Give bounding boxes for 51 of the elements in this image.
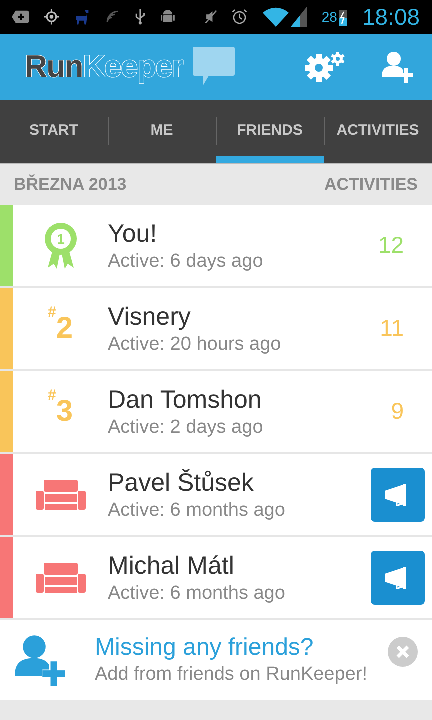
- activity-count: 12: [378, 231, 404, 260]
- usb-icon: [135, 7, 146, 27]
- last-active: Active: 20 hours ago: [108, 332, 282, 356]
- couch-icon: [36, 562, 86, 592]
- friend-name: You!: [108, 218, 158, 250]
- tab[interactable]: START: [0, 100, 108, 163]
- last-active: Active: 6 months ago: [108, 498, 286, 522]
- settings-icon: [304, 52, 346, 82]
- promo-title: Missing any friends?: [95, 633, 315, 663]
- friend-row[interactable]: Michal Mátl Active: 6 months ago: [0, 537, 432, 620]
- friend-name: Michal Mátl: [108, 550, 236, 582]
- column-heading: ACTIVITIES: [324, 174, 418, 196]
- friend-name: Pavel Štůsek: [108, 468, 255, 498]
- activity-count: 11: [380, 314, 404, 344]
- close-button[interactable]: [388, 637, 418, 667]
- last-active: Active: 2 days ago: [108, 416, 264, 440]
- logo: RunKeeper: [25, 48, 184, 86]
- friend-row[interactable]: 1 You! Active: 6 days ago 12: [0, 205, 432, 288]
- couch-icon: [36, 480, 86, 510]
- promo-banner[interactable]: Missing any friends? Add from friends on RunKeeper!: [0, 620, 432, 700]
- chat-bubble-icon: [193, 47, 236, 87]
- gps-icon: [44, 7, 60, 27]
- friend-name: Visnery: [108, 302, 192, 332]
- tab[interactable]: ME: [108, 100, 216, 163]
- tab[interactable]: FRIENDS: [216, 100, 324, 163]
- rank: $^{#}$2: [48, 306, 74, 347]
- last-active: Active: 6 months ago: [108, 582, 286, 606]
- nudge-button[interactable]: [371, 468, 425, 522]
- friend-row[interactable]: $^{#}$3 Dan Tomshon Active: 2 days ago 9: [0, 371, 432, 454]
- close-icon: [396, 645, 410, 659]
- rank: $^{#}$3: [48, 389, 74, 430]
- battery-level: 28: [322, 8, 338, 26]
- friend-name: Dan Tomshon: [108, 384, 263, 416]
- last-active: Active: 6 days ago: [108, 250, 264, 274]
- clock: 18:08: [362, 2, 420, 32]
- add-friend-icon: [15, 634, 67, 686]
- settings-button[interactable]: [304, 52, 346, 82]
- muted-icon: [205, 8, 218, 26]
- notification-icon: [12, 9, 29, 25]
- alarm-icon: [232, 7, 248, 27]
- activity-count: 9: [391, 397, 404, 426]
- promo-text: Add from friends on RunKeeper!: [95, 663, 368, 687]
- tab[interactable]: ACTIVITIES: [324, 100, 432, 163]
- section-title: BŘEZNA 2013: [14, 174, 127, 196]
- nudge-button[interactable]: [371, 550, 425, 604]
- add-friend-icon: [382, 51, 414, 83]
- add-friend-button[interactable]: [382, 51, 414, 83]
- battery-icon: [339, 8, 348, 26]
- signal-icon: [290, 7, 307, 27]
- friend-row[interactable]: $^{#}$2 Visnery Active: 20 hours ago 11: [0, 288, 432, 371]
- friend-row[interactable]: Pavel Štůsek Active: 6 months ago: [0, 454, 432, 537]
